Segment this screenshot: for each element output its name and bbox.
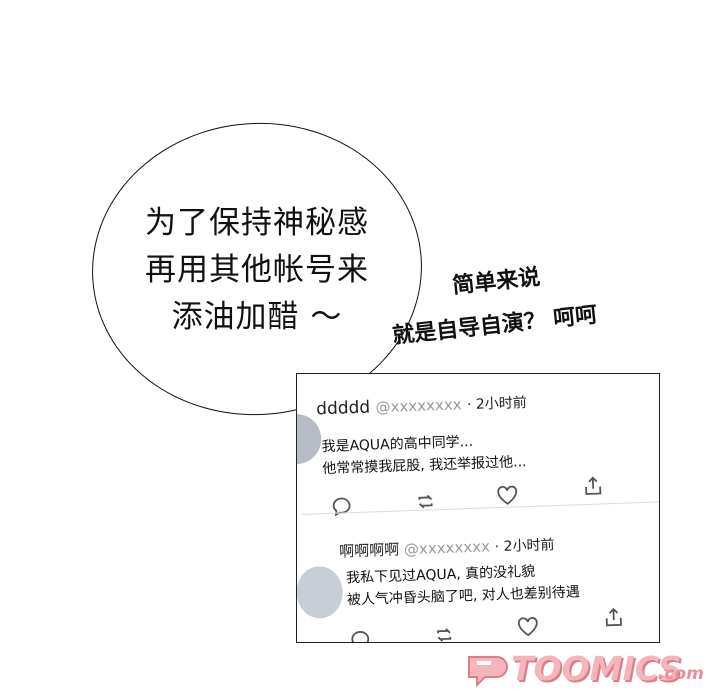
avatar[interactable]: [297, 413, 323, 465]
caption-line-1: 简单来说: [451, 264, 542, 300]
like-icon[interactable]: [495, 482, 520, 507]
speech-bubble-text: 为了保持神秘感 再用其他帐号来 添油加醋 ～: [92, 200, 422, 341]
toomics-logo-icon: [468, 656, 508, 688]
watermark-text: TOOMICS: [511, 649, 682, 688]
avatar[interactable]: [297, 565, 344, 620]
post-username-row: 啊啊啊啊 @xxxxxxxx · 2小时前: [339, 533, 555, 562]
bubble-line-1: 为了保持神秘感: [145, 205, 369, 241]
feed-post: 啊啊啊啊 @xxxxxxxx · 2小时前 我私下见过AQUA, 真的没礼貌 被…: [297, 509, 659, 642]
comment-icon[interactable]: [348, 628, 373, 642]
post-username[interactable]: ddddd: [316, 397, 371, 419]
retweet-icon[interactable]: [432, 623, 457, 642]
post-text-line-1: 我是AQUA的高中同学...: [321, 433, 474, 456]
like-icon[interactable]: [516, 614, 541, 639]
post-username-row: ddddd @xxxxxxxx · 2小时前: [316, 392, 527, 419]
social-feed-card: ddddd @xxxxxxxx · 2小时前 我是AQUA的高中同学... 他常…: [296, 373, 660, 643]
share-icon[interactable]: [601, 605, 626, 630]
toomics-watermark: TOOMICS .com: [465, 647, 705, 691]
post-username[interactable]: 啊啊啊啊: [339, 541, 400, 561]
post-time: · 2小时前: [466, 395, 528, 414]
share-icon[interactable]: [581, 473, 606, 498]
post-text-line-2: 他常常摸我屁股, 我还举报过他...: [322, 454, 527, 478]
bubble-line-3: 添油加醋 ～: [171, 299, 343, 335]
post-time: · 2小时前: [494, 537, 555, 556]
post-handle[interactable]: @xxxxxxxx: [375, 395, 462, 416]
bubble-line-2: 再用其他帐号来: [145, 252, 369, 288]
comment-icon[interactable]: [329, 494, 354, 519]
feed-post: ddddd @xxxxxxxx · 2小时前 我是AQUA的高中同学... 他常…: [297, 374, 659, 517]
watermark-domain: .com: [658, 664, 704, 684]
post-handle[interactable]: @xxxxxxxx: [404, 537, 491, 558]
